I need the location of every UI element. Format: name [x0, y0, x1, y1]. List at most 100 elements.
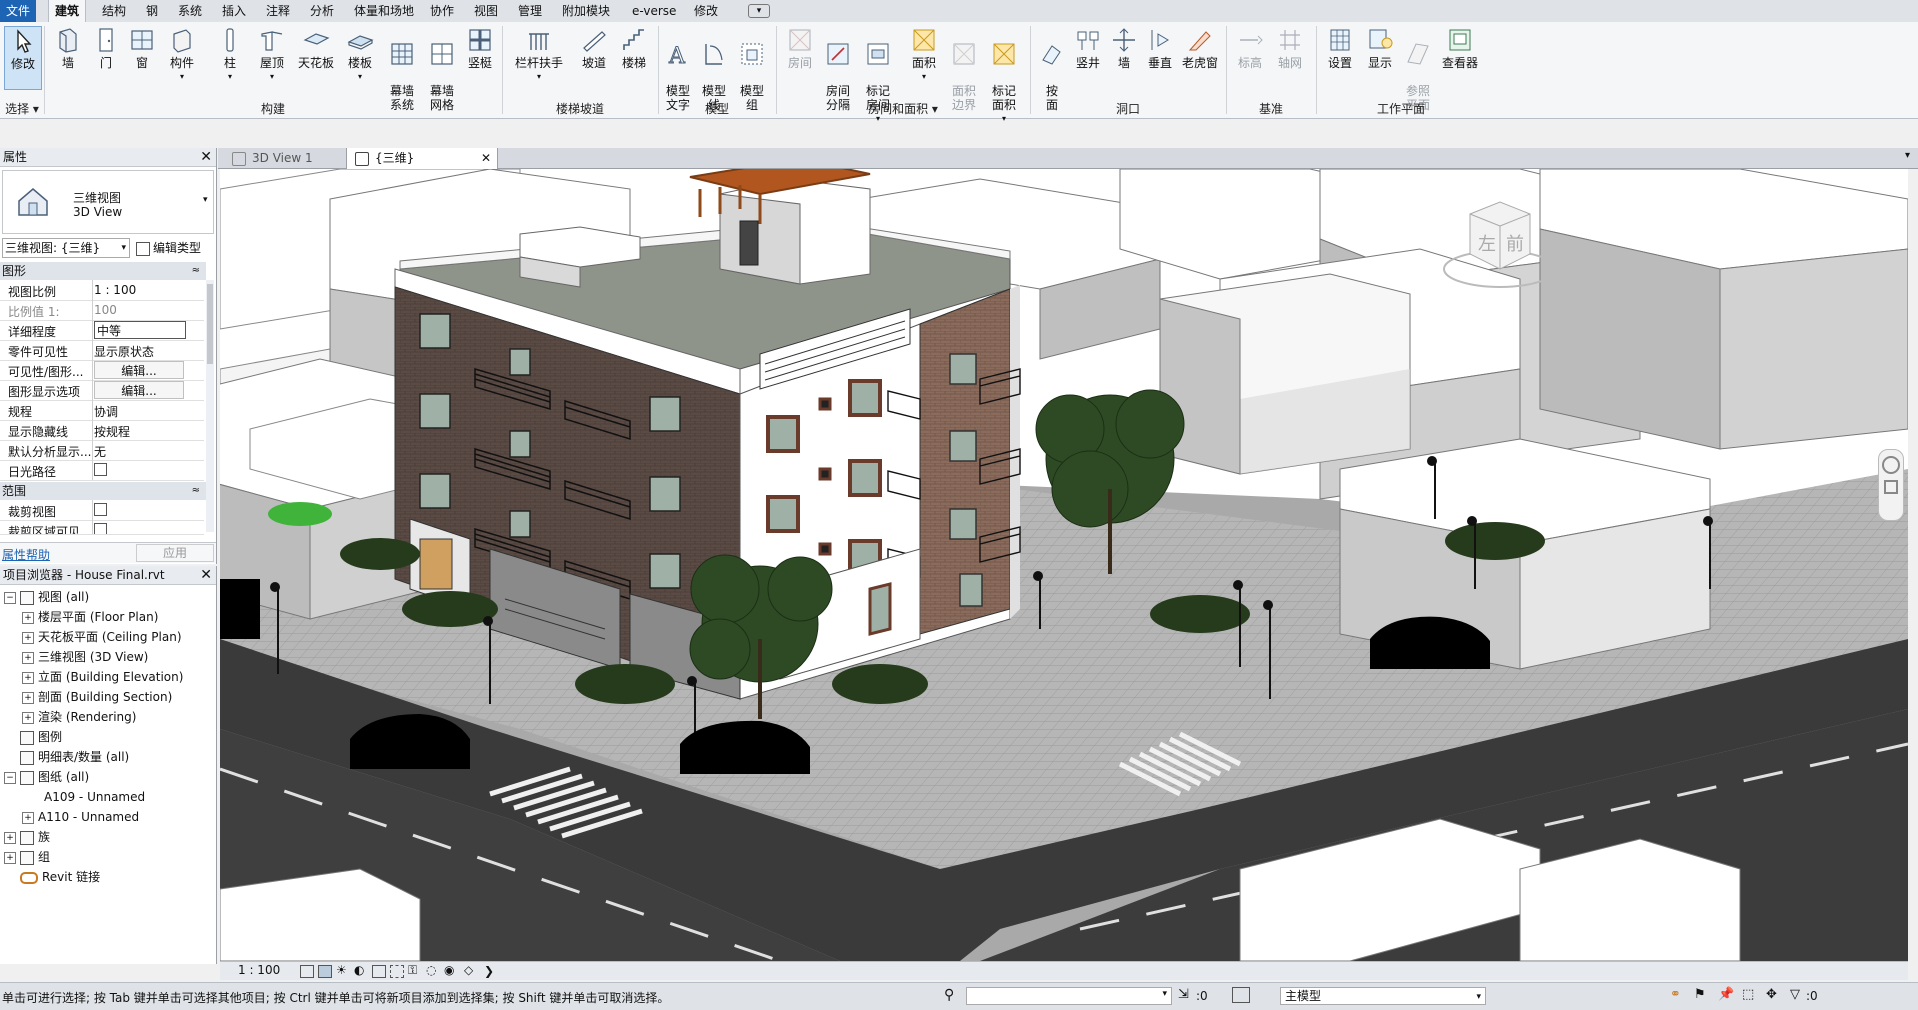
area-button[interactable]: 面积 ▾	[906, 26, 942, 84]
tab-analyze[interactable]: 分析	[304, 0, 340, 22]
roof-button[interactable]: 屋顶 ▾	[254, 26, 290, 84]
sun-path-checkbox[interactable]	[94, 463, 202, 479]
wall-opening-button[interactable]: 墙	[1108, 26, 1140, 70]
properties-help-link[interactable]: 属性帮助	[2, 546, 50, 563]
crop-region-icon[interactable]	[390, 965, 404, 978]
analytical-model-icon[interactable]: ◇	[464, 963, 473, 977]
worksharing-icon[interactable]: ⚲	[944, 987, 954, 1003]
group-room-area-label[interactable]: 房间和面积 ▾	[776, 100, 1030, 116]
lock-view-icon[interactable]: ⚿	[408, 963, 417, 978]
visibility-edit-button[interactable]: 编辑...	[94, 361, 184, 379]
shadows-icon[interactable]: ◐	[354, 963, 364, 977]
tab-structure[interactable]: 结构	[96, 0, 132, 22]
tree-node-sheets[interactable]: − 图纸 (all)	[4, 768, 89, 786]
tree-node-revit-links[interactable]: Revit 链接	[20, 868, 100, 886]
expand-toggle-icon[interactable]: +	[22, 691, 34, 704]
modify-button[interactable]: 修改	[4, 26, 42, 90]
close-icon[interactable]: ✕	[200, 148, 212, 166]
visual-style-icon[interactable]	[318, 965, 332, 978]
expand-toggle-icon[interactable]: +	[22, 711, 34, 724]
properties-scrollbar[interactable]	[206, 280, 214, 532]
tab-modify[interactable]: 修改	[688, 0, 724, 22]
select-links-icon[interactable]: ⚭	[1670, 987, 1681, 1002]
tab-3d-default[interactable]: {三维} ✕	[346, 148, 498, 169]
tab-annotate[interactable]: 注释	[260, 0, 296, 22]
tab-file[interactable]: 文件	[0, 0, 37, 22]
tab-collaborate[interactable]: 协作	[424, 0, 460, 22]
close-tab-icon[interactable]: ✕	[481, 148, 491, 168]
expand-toggle-icon[interactable]: +	[22, 671, 34, 684]
wall-button[interactable]: 墙	[50, 26, 86, 70]
category-graphics[interactable]: 图形 ≈	[0, 262, 206, 280]
mullion-button[interactable]: 竖梃	[464, 26, 496, 70]
expand-toggle-icon[interactable]: +	[4, 851, 16, 864]
prop-value[interactable]: 协调	[94, 403, 202, 420]
component-button[interactable]: 构件 ▾	[162, 26, 202, 84]
crop-region-checkbox[interactable]	[94, 523, 202, 534]
view-scale[interactable]: 1 : 100	[238, 963, 280, 977]
workset-dropdown[interactable]: ▾	[966, 987, 1172, 1005]
shaft-button[interactable]: 竖井	[1072, 26, 1104, 70]
detail-level-icon[interactable]	[300, 965, 314, 978]
prop-value[interactable]: 无	[94, 443, 202, 460]
tab-manage[interactable]: 管理	[512, 0, 548, 22]
tree-node-ceiling-plan[interactable]: + 天花板平面 (Ceiling Plan)	[22, 628, 182, 646]
set-button[interactable]: 设置	[1322, 26, 1358, 70]
room-button[interactable]: 房间	[782, 26, 818, 70]
select-underlay-icon[interactable]: ⚑	[1694, 987, 1706, 1002]
tab-addins[interactable]: 附加模块	[556, 0, 616, 22]
collapse-toggle-icon[interactable]: −	[4, 591, 16, 604]
design-option-dropdown[interactable]: 主模型 ▾	[1280, 987, 1486, 1005]
tree-node-schedules[interactable]: 明细表/数量 (all)	[20, 748, 129, 766]
ceiling-button[interactable]: 天花板	[296, 26, 336, 70]
group-select-label[interactable]: 选择 ▾	[0, 100, 44, 116]
stair-button[interactable]: 楼梯	[616, 26, 652, 70]
tree-node-sheet-a109[interactable]: A109 - Unnamed	[44, 788, 145, 806]
apply-button[interactable]: 应用	[136, 544, 214, 562]
tree-node-floor-plan[interactable]: + 楼层平面 (Floor Plan)	[22, 608, 158, 626]
floor-button[interactable]: 楼板 ▾	[342, 26, 378, 84]
tab-insert[interactable]: 插入	[216, 0, 252, 22]
filter-icon[interactable]: ▽	[1790, 987, 1800, 1002]
reveal-hidden-icon[interactable]: ◉	[444, 963, 454, 977]
crop-view-icon[interactable]	[372, 965, 386, 978]
railing-button[interactable]: 栏杆扶手 ▾	[508, 26, 570, 84]
column-button[interactable]: 柱 ▾	[212, 26, 248, 84]
navigation-arrow-icon[interactable]: ❯	[484, 964, 494, 978]
scrollbar-thumb[interactable]	[207, 284, 213, 364]
expand-toggle-icon[interactable]: +	[22, 631, 34, 644]
grid-button[interactable]: 轴网	[1272, 26, 1308, 70]
ribbon-toggle-icon[interactable]: ▾	[748, 4, 770, 18]
tag-room-button[interactable]: 标记 房间 ▾	[860, 26, 896, 140]
navigation-bar[interactable]	[1878, 449, 1904, 521]
window-button[interactable]: 窗	[126, 26, 158, 70]
detail-level-field[interactable]: 中等	[94, 321, 186, 339]
expand-toggle-icon[interactable]: +	[22, 651, 34, 664]
tab-architecture[interactable]: 建筑	[48, 0, 87, 23]
view-instance-selector[interactable]: 三维视图: {三维} ▾	[2, 238, 130, 258]
level-button[interactable]: 标高	[1232, 26, 1268, 70]
expand-toggle-icon[interactable]: +	[22, 611, 34, 624]
viewer-button[interactable]: 查看器	[1438, 26, 1482, 70]
3d-viewport[interactable]: 左 前	[220, 169, 1908, 961]
tree-node-groups[interactable]: + 组	[4, 848, 50, 866]
expand-toggle-icon[interactable]: +	[4, 831, 16, 844]
tree-node-views[interactable]: − 视图 (all)	[4, 588, 89, 606]
zoom-icon[interactable]	[1884, 480, 1898, 494]
tab-e-verse[interactable]: e-verse	[626, 0, 682, 22]
show-button[interactable]: 显示	[1362, 26, 1398, 70]
door-button[interactable]: 门	[90, 26, 122, 70]
collapse-toggle-icon[interactable]: −	[4, 771, 16, 784]
tree-node-section[interactable]: + 剖面 (Building Section)	[22, 688, 172, 706]
drag-elements-icon[interactable]: ✥	[1766, 987, 1777, 1002]
prop-value[interactable]: 按规程	[94, 423, 202, 440]
vertical-button[interactable]: 垂直	[1144, 26, 1176, 70]
tab-massing-site[interactable]: 体量和场地	[348, 0, 420, 22]
crop-view-checkbox[interactable]	[94, 503, 202, 519]
editable-only-icon[interactable]: ⇲	[1178, 987, 1189, 1002]
select-by-face-icon[interactable]: ⬚	[1742, 987, 1754, 1002]
expand-toggle-icon[interactable]: +	[22, 811, 34, 824]
dormer-button[interactable]: 老虎窗	[1180, 26, 1220, 70]
steering-wheel-icon[interactable]	[1882, 456, 1900, 474]
tab-menu-icon[interactable]: ▾	[1905, 150, 1910, 161]
